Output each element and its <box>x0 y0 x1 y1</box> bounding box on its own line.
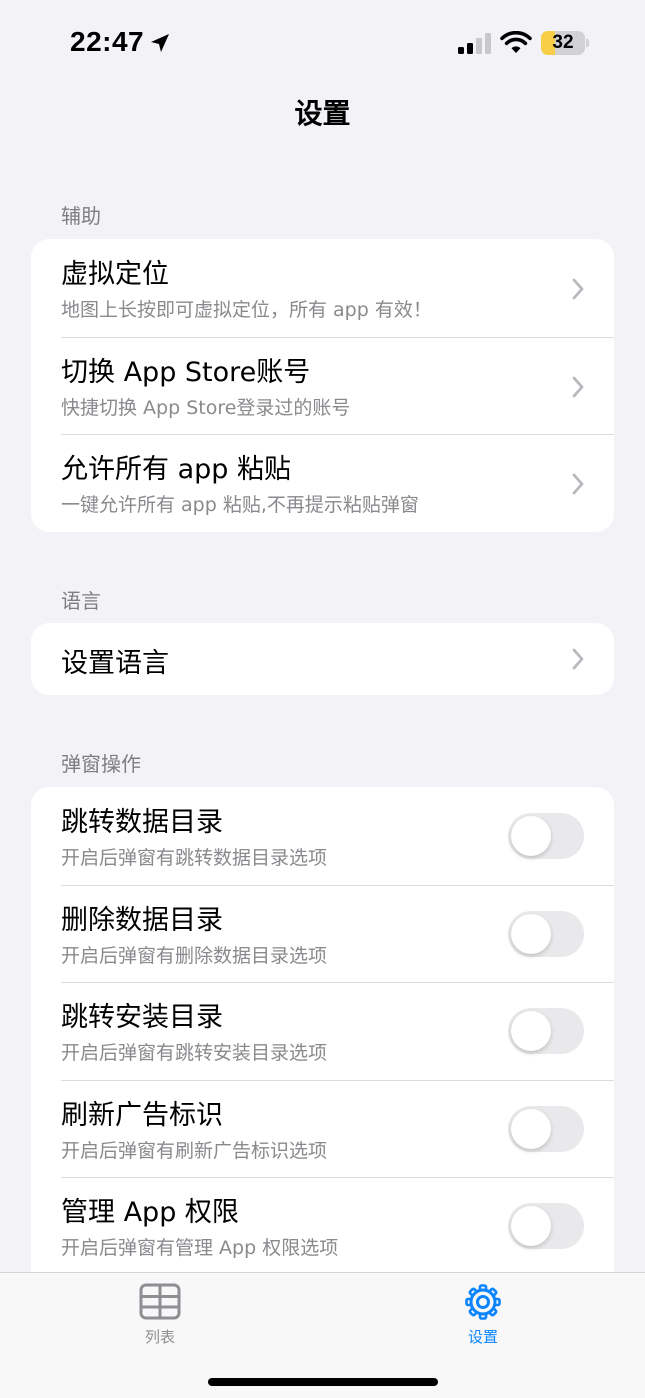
row-title: 虚拟定位 <box>61 259 169 290</box>
row-title: 切换 App Store账号 <box>61 356 311 388</box>
row-subtitle: 开启后弹窗有刷新广告标识选项 <box>61 1139 328 1162</box>
row-title: 管理 App 权限 <box>61 1197 239 1228</box>
battery-body: 32 <box>541 31 585 55</box>
toggle-knob <box>511 816 551 856</box>
chevron-right-icon <box>572 473 584 495</box>
toggle-knob <box>511 1011 551 1051</box>
cellular-signal-icon <box>458 33 491 54</box>
section-header-popup-actions: 弹窗操作 <box>61 752 141 776</box>
settings-row-manage-app-permissions: 管理 App 权限 开启后弹窗有管理 App 权限选项 <box>31 1177 614 1275</box>
status-bar: 22:47 32 <box>0 0 645 88</box>
settings-row-virtual-location[interactable]: 虚拟定位 地图上长按即可虚拟定位，所有 app 有效！ <box>31 239 614 337</box>
row-title: 允许所有 app 粘贴 <box>61 454 291 485</box>
row-subtitle: 一键允许所有 app 粘贴,不再提示粘贴弹窗 <box>61 494 419 516</box>
row-title: 跳转数据目录 <box>61 807 223 838</box>
settings-group-language: 设置语言 <box>31 623 614 695</box>
jump-data-dir-toggle[interactable] <box>508 813 584 859</box>
row-title: 跳转安装目录 <box>61 1002 223 1033</box>
row-subtitle: 开启后弹窗有删除数据目录选项 <box>61 944 328 967</box>
manage-app-permissions-toggle[interactable] <box>508 1203 584 1249</box>
toggle-knob <box>511 913 551 954</box>
refresh-ad-id-toggle[interactable] <box>508 1105 584 1152</box>
settings-row-jump-data-dir: 跳转数据目录 开启后弹窗有跳转数据目录选项 <box>31 787 614 885</box>
battery-indicator: 32 <box>541 31 589 55</box>
settings-row-switch-app-store-account[interactable]: 切换 App Store账号 快捷切换 App Store登录过的账号 <box>31 336 614 435</box>
toggle-knob <box>511 1206 551 1246</box>
settings-row-delete-data-dir: 删除数据目录 开启后弹窗有删除数据目录选项 <box>31 884 614 983</box>
row-subtitle: 开启后弹窗有跳转安装目录选项 <box>61 1042 328 1064</box>
settings-group-popup-actions: 跳转数据目录 开启后弹窗有跳转数据目录选项 删除数据目录 开启后弹窗有删除数据目… <box>31 787 614 1275</box>
tab-settings[interactable]: 设置 <box>403 1273 563 1353</box>
battery-tip <box>586 39 589 47</box>
wifi-icon <box>500 31 532 53</box>
settings-screen: 22:47 32 设置 辅助 虚拟定位 地图上长按即可虚拟定位，所有 app 有… <box>0 0 645 1398</box>
row-subtitle: 地图上长按即可虚拟定位，所有 app 有效！ <box>61 299 432 321</box>
section-header-assist: 辅助 <box>61 204 101 228</box>
row-subtitle: 开启后弹窗有管理 App 权限选项 <box>61 1237 339 1259</box>
tab-label: 设置 <box>467 1328 498 1346</box>
row-title: 删除数据目录 <box>61 904 223 936</box>
chevron-right-icon <box>572 278 584 300</box>
location-arrow-icon <box>151 34 169 52</box>
row-title: 设置语言 <box>61 648 169 679</box>
section-header-language: 语言 <box>61 589 101 613</box>
row-subtitle: 快捷切换 App Store登录过的账号 <box>61 396 351 419</box>
page-title: 设置 <box>294 97 351 130</box>
home-indicator <box>208 1378 438 1386</box>
chevron-right-icon <box>572 648 584 670</box>
battery-level: 32 <box>552 32 574 53</box>
status-time: 22:47 <box>70 26 145 57</box>
tab-list[interactable]: 列表 <box>80 1273 240 1353</box>
tab-label: 列表 <box>144 1328 175 1346</box>
row-subtitle: 开启后弹窗有跳转数据目录选项 <box>61 847 328 869</box>
delete-data-dir-toggle[interactable] <box>508 910 584 957</box>
toggle-knob <box>511 1108 551 1149</box>
settings-row-allow-all-paste[interactable]: 允许所有 app 粘贴 一键允许所有 app 粘贴,不再提示粘贴弹窗 <box>31 434 614 532</box>
settings-row-refresh-ad-id: 刷新广告标识 开启后弹窗有刷新广告标识选项 <box>31 1079 614 1178</box>
row-title: 刷新广告标识 <box>61 1099 223 1131</box>
chevron-right-icon <box>572 376 584 397</box>
gear-icon <box>465 1284 501 1320</box>
table-icon <box>139 1283 181 1320</box>
settings-group-assist: 虚拟定位 地图上长按即可虚拟定位，所有 app 有效！ 切换 App Store… <box>31 239 614 532</box>
jump-install-dir-toggle[interactable] <box>508 1008 584 1054</box>
settings-row-jump-install-dir: 跳转安装目录 开启后弹窗有跳转安装目录选项 <box>31 982 614 1080</box>
settings-row-set-language[interactable]: 设置语言 <box>31 623 614 695</box>
